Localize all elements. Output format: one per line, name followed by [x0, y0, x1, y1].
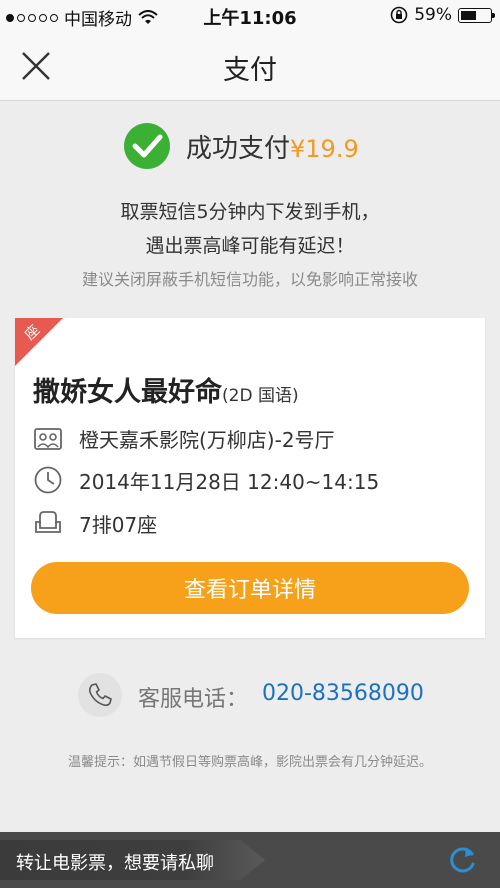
- success-check-icon: [124, 123, 170, 169]
- view-order-button[interactable]: 查看订单详情: [31, 562, 469, 614]
- cinema-name: 橙天嘉禾影院(万柳店)-2号厅: [79, 427, 335, 452]
- bottom-bar: 转让电影票，想要请私聊: [0, 832, 500, 888]
- payment-success: 成功支付¥19.9: [0, 120, 500, 172]
- nav-bar: 支付: [0, 30, 500, 101]
- success-label: 成功支付: [186, 134, 291, 164]
- movie-title: 撒娇女人最好命: [33, 377, 222, 408]
- warm-tip: 温馨提示：如遇节假日等购票高峰，影院出票会有几分钟延迟。: [67, 755, 432, 770]
- ticket-card: 座 撒娇女人最好命(2D 国语) 橙天嘉禾影院(万柳店)-2号厅 2014年11…: [15, 318, 485, 638]
- battery-percent: 59%: [414, 5, 452, 25]
- status-bar: 中国移动 上午11:06 59%: [0, 0, 500, 30]
- service-label: 客服电话：: [138, 687, 249, 712]
- status-right: 59%: [390, 5, 495, 25]
- cinema-icon: [34, 428, 62, 450]
- sms-notice-line1: 取票短信5分钟内下发到手机，: [120, 201, 380, 223]
- movie-title-row: 撒娇女人最好命(2D 国语): [33, 370, 299, 409]
- page-title: 支付: [223, 55, 277, 86]
- phone-icon: [88, 683, 112, 707]
- sms-notice-line2: 遇出票高峰可能有延迟！: [145, 235, 355, 257]
- refresh-icon[interactable]: [446, 844, 478, 876]
- service-phone-number[interactable]: 020-83568090: [262, 681, 424, 706]
- cinema-row: 橙天嘉禾影院(万柳店)-2号厅: [33, 421, 335, 455]
- showtime: 2014年11月28日 12:40~14:15: [79, 469, 380, 494]
- ticket-tear-edge: [15, 628, 485, 638]
- showtime-row: 2014年11月28日 12:40~14:15: [33, 463, 379, 497]
- rotation-lock-icon: [390, 6, 408, 24]
- clock-icon: [34, 466, 62, 494]
- seat-icon: [35, 511, 61, 533]
- success-text: 成功支付¥19.9: [186, 128, 359, 165]
- seat-number: 7排07座: [79, 512, 158, 537]
- transfer-banner[interactable]: 转让电影票，想要请私聊: [0, 840, 265, 880]
- customer-service: 客服电话： 020-83568090: [0, 673, 500, 719]
- seat-row: 7排07座: [33, 506, 157, 540]
- paid-amount: ¥19.9: [290, 135, 359, 163]
- transfer-banner-text: 转让电影票，想要请私聊: [16, 853, 214, 874]
- sms-advice: 建议关闭屏蔽手机短信功能，以免影响正常接收: [81, 270, 418, 289]
- battery-icon: [458, 7, 495, 23]
- seat-corner-badge: 座: [15, 318, 63, 366]
- phone-icon-circle[interactable]: [78, 673, 122, 717]
- movie-format: (2D 国语): [222, 386, 299, 406]
